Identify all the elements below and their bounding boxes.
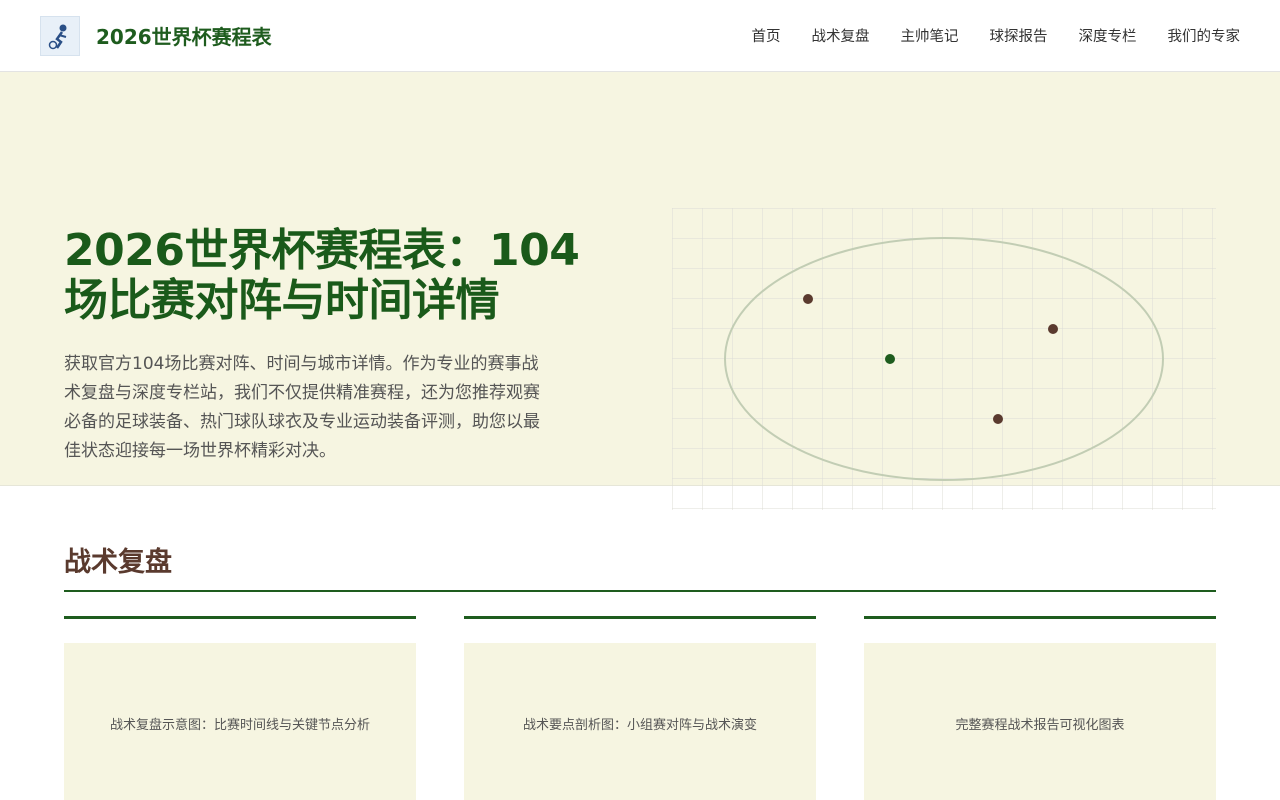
nav-item-coach-notes[interactable]: 主帅笔记 <box>901 25 959 46</box>
site-title[interactable]: 2026世界杯赛程表 <box>96 21 272 50</box>
card-image-caption: 完整赛程战术报告可视化图表 <box>955 717 1125 733</box>
card-image-placeholder[interactable]: 战术复盘示意图：比赛时间线与关键节点分析 <box>64 643 416 800</box>
nav-item-home[interactable]: 首页 <box>752 25 781 46</box>
player-marker <box>803 294 813 304</box>
card-top-rule <box>864 616 1216 619</box>
player-marker <box>1048 324 1058 334</box>
nav-item-our-experts[interactable]: 我们的专家 <box>1168 25 1241 46</box>
hero-text: 2026世界杯赛程表：104场比赛对阵与时间详情 获取官方104场比赛对阵、时间… <box>64 226 604 466</box>
tactical-board-graphic <box>672 208 1216 510</box>
brand[interactable]: 2026世界杯赛程表 <box>40 15 272 56</box>
section-title: 战术复盘 <box>64 547 172 578</box>
tactical-review-section: 战术复盘 战术复盘示意图：比赛时间线与关键节点分析 战术要点剖析图：小组赛对阵与… <box>0 540 1280 800</box>
hero-description: 获取官方104场比赛对阵、时间与城市详情。作为专业的赛事战术复盘与深度专栏站，我… <box>64 354 540 461</box>
nav-item-tactical-review[interactable]: 战术复盘 <box>812 25 870 46</box>
soccer-player-logo-icon[interactable] <box>40 15 80 56</box>
card-top-rule <box>64 616 416 619</box>
player-marker <box>993 414 1003 424</box>
card-image-placeholder[interactable]: 战术要点剖析图：小组赛对阵与战术演变 <box>464 643 816 800</box>
nav-item-columns[interactable]: 深度专栏 <box>1079 25 1137 46</box>
card-image-caption: 战术复盘示意图：比赛时间线与关键节点分析 <box>109 717 370 733</box>
card-image-placeholder[interactable]: 完整赛程战术报告可视化图表 <box>864 643 1216 800</box>
hero-section: 2026世界杯赛程表：104场比赛对阵与时间详情 获取官方104场比赛对阵、时间… <box>0 72 1280 510</box>
article-card[interactable]: 战术要点剖析图：小组赛对阵与战术演变 <box>464 616 816 800</box>
main-nav: 首页 战术复盘 主帅笔记 球探报告 深度专栏 我们的专家 <box>752 25 1241 46</box>
card-top-rule <box>464 616 816 619</box>
card-list: 战术复盘示意图：比赛时间线与关键节点分析 战术要点剖析图：小组赛对阵与战术演变 … <box>64 616 1216 800</box>
nav-item-scout-report[interactable]: 球探报告 <box>990 25 1048 46</box>
article-card[interactable]: 完整赛程战术报告可视化图表 <box>864 616 1216 800</box>
card-image-caption: 战术要点剖析图：小组赛对阵与战术演变 <box>522 717 757 733</box>
grid-background <box>672 208 1216 510</box>
section-divider <box>64 590 1216 592</box>
article-card[interactable]: 战术复盘示意图：比赛时间线与关键节点分析 <box>64 616 416 800</box>
hero-title: 2026世界杯赛程表：104场比赛对阵与时间详情 <box>64 225 580 326</box>
player-marker <box>885 354 895 364</box>
site-header: 2026世界杯赛程表 首页 战术复盘 主帅笔记 球探报告 深度专栏 我们的专家 <box>0 0 1280 72</box>
